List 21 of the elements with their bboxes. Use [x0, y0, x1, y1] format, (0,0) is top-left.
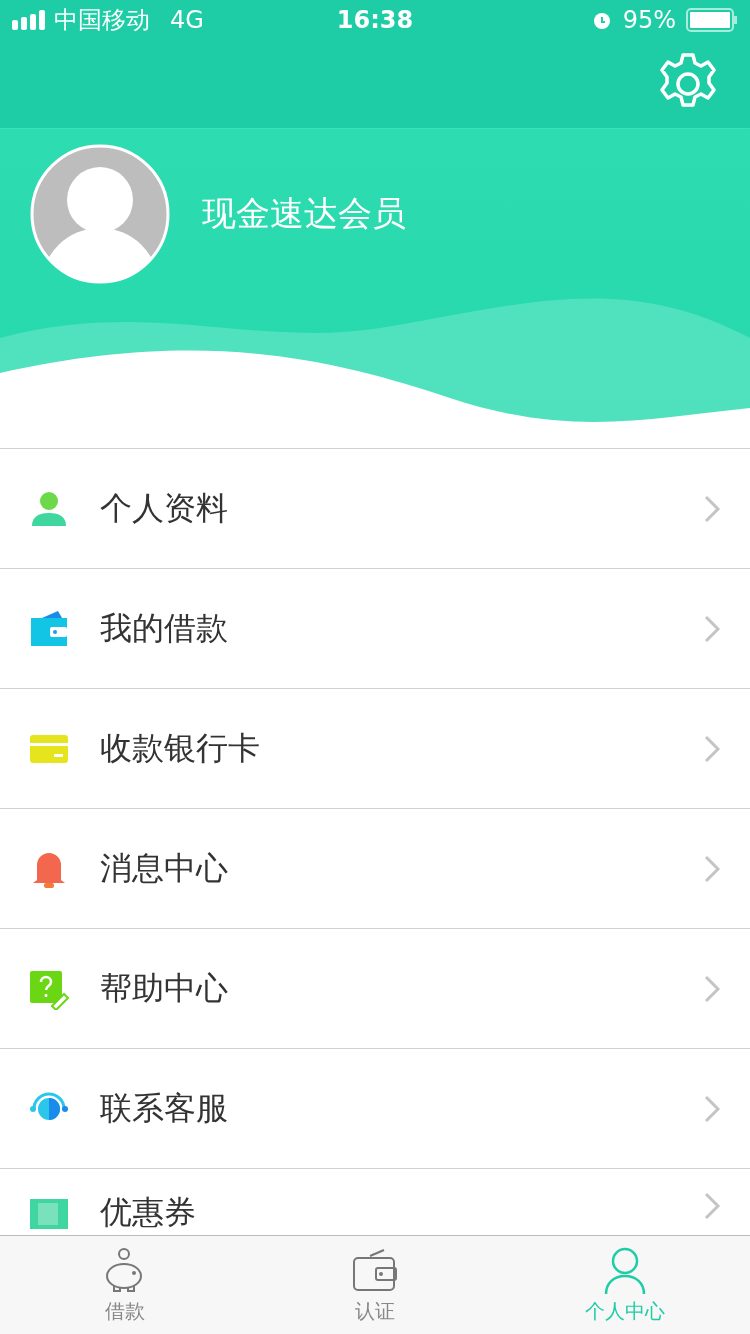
chevron-icon — [702, 613, 722, 644]
chevron-icon — [702, 973, 722, 1004]
carrier-name: 中国移动 — [54, 5, 150, 36]
menu-item[interactable]: 个人资料 — [0, 449, 750, 569]
clock-time: 16:38 — [336, 6, 414, 34]
menu-item[interactable]: 我的借款 — [0, 569, 750, 689]
chevron-icon — [702, 1093, 722, 1124]
chevron-icon — [702, 853, 722, 884]
menu-item[interactable]: 优惠券 — [0, 1169, 750, 1235]
menu-item[interactable]: 消息中心 — [0, 809, 750, 929]
network-type: 4G — [170, 6, 204, 34]
signal-icon — [12, 10, 46, 30]
battery-icon — [686, 8, 738, 32]
menu-item[interactable]: 帮助中心 — [0, 929, 750, 1049]
menu-item[interactable]: 收款银行卡 — [0, 689, 750, 809]
battery-percent: 95% — [622, 6, 676, 34]
chevron-icon — [702, 1191, 722, 1221]
menu-item[interactable]: 联系客服 — [0, 1049, 750, 1169]
chevron-icon — [702, 493, 722, 524]
chevron-icon — [702, 733, 722, 764]
member-name: 现金速达会员 — [202, 192, 406, 235]
